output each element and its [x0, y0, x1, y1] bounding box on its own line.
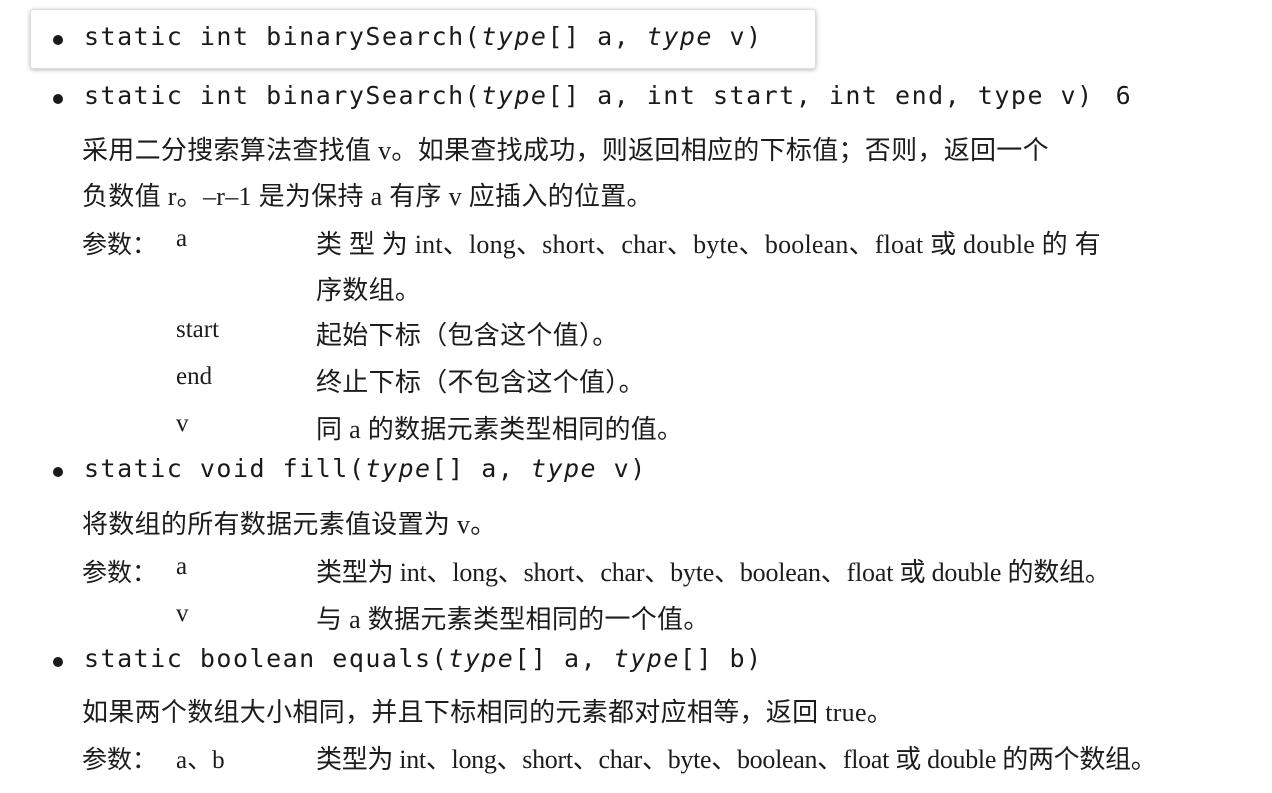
- bullet-icon: [53, 467, 63, 477]
- param-name: a: [176, 553, 188, 580]
- param-description: 同 a 的数据元素类型相同的值。: [316, 415, 684, 444]
- params-label: 参数：: [82, 747, 158, 774]
- param-description: 类型为 int、long、short、char、byte、boolean、flo…: [316, 745, 1157, 774]
- method-description: 负数值 r。–r–1 是为保持 a 有序 v 应插入的位置。: [82, 182, 653, 211]
- param-name: v: [176, 410, 189, 437]
- method-description: 如果两个数组大小相同，并且下标相同的元素都对应相等，返回 true。: [82, 698, 894, 727]
- param-description: 类型为 int、long、short、char、byte、boolean、flo…: [316, 558, 1111, 587]
- param-description: 终止下标（不包含这个值）。: [316, 368, 645, 397]
- param-description: 与 a 数据元素类型相同的一个值。: [316, 605, 710, 634]
- param-name: a、b: [176, 747, 225, 774]
- method-signature-binarysearch: static int binarySearch(type[] a, type v…: [84, 22, 763, 51]
- version-number: 6: [1115, 81, 1133, 110]
- params-label: 参数：: [82, 560, 158, 587]
- param-description: 起始下标（包含这个值）。: [316, 321, 619, 350]
- params-label: 参数：: [82, 232, 158, 259]
- bullet-icon: [53, 35, 63, 45]
- param-description: 序数组。: [316, 276, 422, 305]
- method-description: 将数组的所有数据元素值设置为 v。: [82, 510, 497, 539]
- param-name: a: [176, 225, 188, 252]
- method-description: 采用二分搜索算法查找值 v。如果查找成功，则返回相应的下标值；否则，返回一个: [82, 136, 1049, 165]
- method-signature-fill: static void fill(type[] a, type v): [84, 454, 647, 483]
- method-signature-equals: static boolean equals(type[] a, type[] b…: [84, 644, 763, 673]
- param-name: end: [176, 363, 213, 390]
- param-description: 类 型 为 int、long、short、char、byte、boolean、f…: [316, 230, 1101, 259]
- bullet-icon: [53, 94, 63, 104]
- method-signature-binarysearch-range: static int binarySearch(type[] a, int st…: [84, 81, 1133, 110]
- param-name: v: [176, 600, 189, 627]
- document-page: static int binarySearch(type[] a, type v…: [0, 0, 1272, 793]
- param-name: start: [176, 316, 220, 343]
- bullet-icon: [53, 657, 63, 667]
